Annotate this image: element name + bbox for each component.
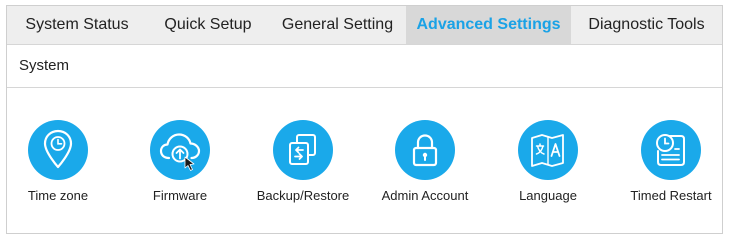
time-zone-button[interactable]: Time zone bbox=[0, 88, 123, 233]
backup-restore-button[interactable]: Backup/Restore bbox=[238, 88, 368, 233]
tab-diagnostic-tools[interactable]: Diagnostic Tools bbox=[571, 6, 722, 44]
tab-quick-setup[interactable]: Quick Setup bbox=[147, 6, 269, 44]
tab-advanced-settings[interactable]: Advanced Settings bbox=[406, 6, 571, 44]
firmware-button[interactable]: Firmware bbox=[115, 88, 245, 233]
language-label: Language bbox=[519, 188, 577, 203]
time-zone-label: Time zone bbox=[27, 188, 89, 203]
backup-restore-icon bbox=[273, 120, 333, 180]
tab-general-setting[interactable]: General Setting bbox=[269, 6, 406, 44]
admin-account-label: Admin Account bbox=[381, 188, 469, 203]
backup-restore-label: Backup/Restore bbox=[256, 188, 350, 203]
language-map-icon bbox=[518, 120, 578, 180]
tab-system-status[interactable]: System Status bbox=[7, 6, 147, 44]
cloud-upload-icon bbox=[150, 120, 210, 180]
firmware-label: Firmware bbox=[152, 188, 208, 203]
settings-panel: System Status Quick Setup General Settin… bbox=[6, 5, 723, 234]
timed-restart-button[interactable]: Timed Restart bbox=[606, 88, 730, 233]
timed-restart-icon bbox=[641, 120, 701, 180]
map-pin-clock-icon bbox=[28, 120, 88, 180]
tab-bar: System Status Quick Setup General Settin… bbox=[7, 6, 722, 45]
tool-grid: Time zone Firmware Backup/Restore Admin … bbox=[7, 88, 722, 233]
admin-account-button[interactable]: Admin Account bbox=[360, 88, 490, 233]
section-title: System bbox=[19, 57, 70, 74]
padlock-icon bbox=[395, 120, 455, 180]
timed-restart-label: Timed Restart bbox=[630, 188, 712, 203]
section-header: System bbox=[7, 45, 722, 88]
language-button[interactable]: Language bbox=[483, 88, 613, 233]
